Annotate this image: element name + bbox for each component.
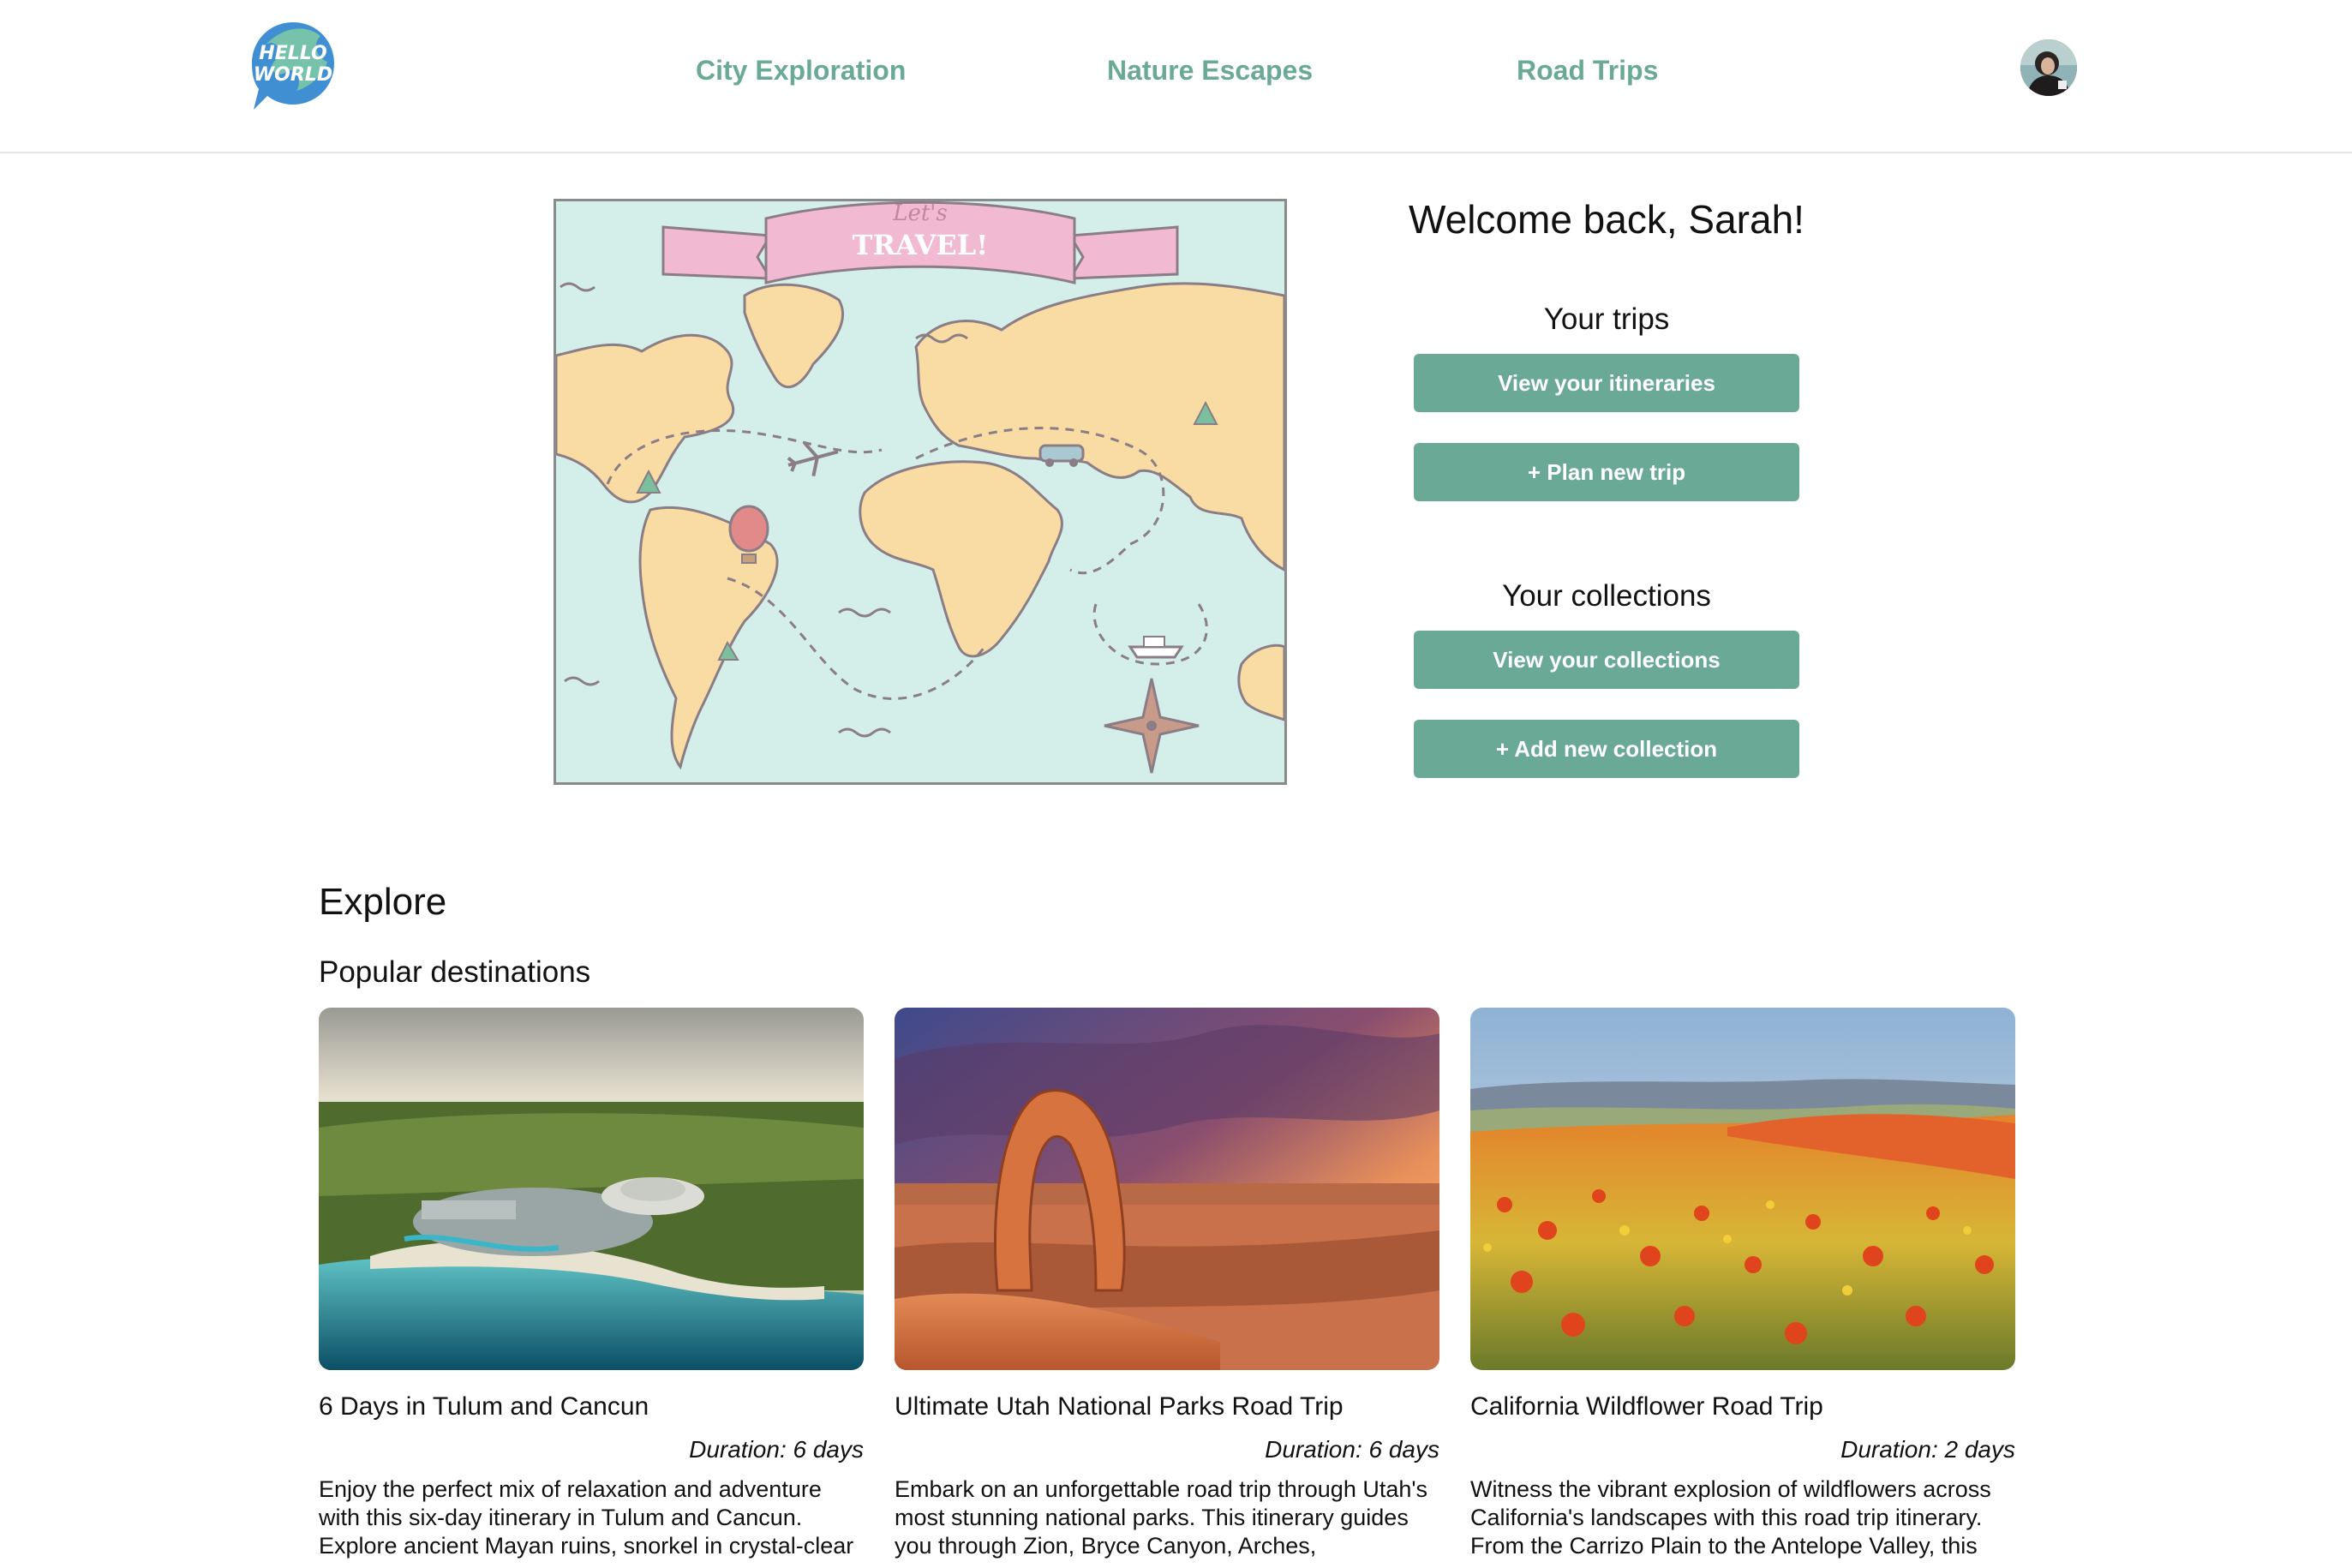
view-itineraries-button[interactable]: View your itineraries (1414, 354, 1799, 412)
travel-world-map-illustration: Let's TRAVEL! (554, 199, 1287, 785)
destination-card-california[interactable]: California Wildflower Road Trip Duration… (1470, 1008, 2015, 1568)
view-collections-button[interactable]: View your collections (1414, 631, 1799, 689)
hello-world-logo[interactable]: HELLO WORLD (248, 19, 338, 113)
card-title[interactable]: 6 Days in Tulum and Cancun (319, 1388, 864, 1426)
card-duration: Duration: 6 days (1265, 1436, 1439, 1463)
svg-text:TRAVEL!: TRAVEL! (853, 229, 989, 261)
wildflower-field-photo[interactable] (1470, 1008, 2015, 1370)
add-collection-button[interactable]: + Add new collection (1414, 720, 1799, 778)
explore-heading: Explore (319, 881, 447, 923)
card-title[interactable]: California Wildflower Road Trip (1470, 1388, 2015, 1426)
svg-text:Let's: Let's (892, 201, 948, 226)
delicate-arch-photo[interactable] (895, 1008, 1439, 1370)
plan-new-trip-button[interactable]: + Plan new trip (1414, 443, 1799, 501)
svg-text:HELLO: HELLO (259, 43, 326, 64)
your-trips-heading: Your trips (1543, 302, 1670, 336)
card-description: Embark on an unforgettable road trip thr… (895, 1476, 1428, 1559)
destination-card-utah[interactable]: Ultimate Utah National Parks Road Trip D… (895, 1008, 1439, 1568)
card-description: Witness the vibrant explosion of wildflo… (1470, 1476, 1991, 1559)
nav-link-city-exploration[interactable]: City Exploration (696, 51, 906, 89)
card-title[interactable]: Ultimate Utah National Parks Road Trip (895, 1388, 1439, 1426)
card-duration: Duration: 2 days (1840, 1436, 2015, 1463)
top-navbar: HELLO WORLD City Exploration Nature Esca… (0, 0, 2352, 153)
card-description: Enjoy the perfect mix of relaxation and … (319, 1476, 854, 1559)
card-duration: Duration: 6 days (689, 1436, 864, 1463)
svg-text:WORLD: WORLD (254, 64, 332, 86)
popular-destinations-heading: Popular destinations (319, 955, 591, 989)
nav-link-road-trips[interactable]: Road Trips (1517, 51, 1658, 89)
destination-card-tulum[interactable]: 6 Days in Tulum and Cancun Duration: 6 d… (319, 1008, 864, 1568)
nav-link-nature-escapes[interactable]: Nature Escapes (1107, 51, 1313, 89)
tulum-aerial-photo[interactable] (319, 1008, 864, 1370)
welcome-heading: Welcome back, Sarah! (1409, 197, 1804, 242)
your-collections-heading: Your collections (1502, 579, 1711, 613)
user-avatar[interactable] (2020, 39, 2077, 96)
